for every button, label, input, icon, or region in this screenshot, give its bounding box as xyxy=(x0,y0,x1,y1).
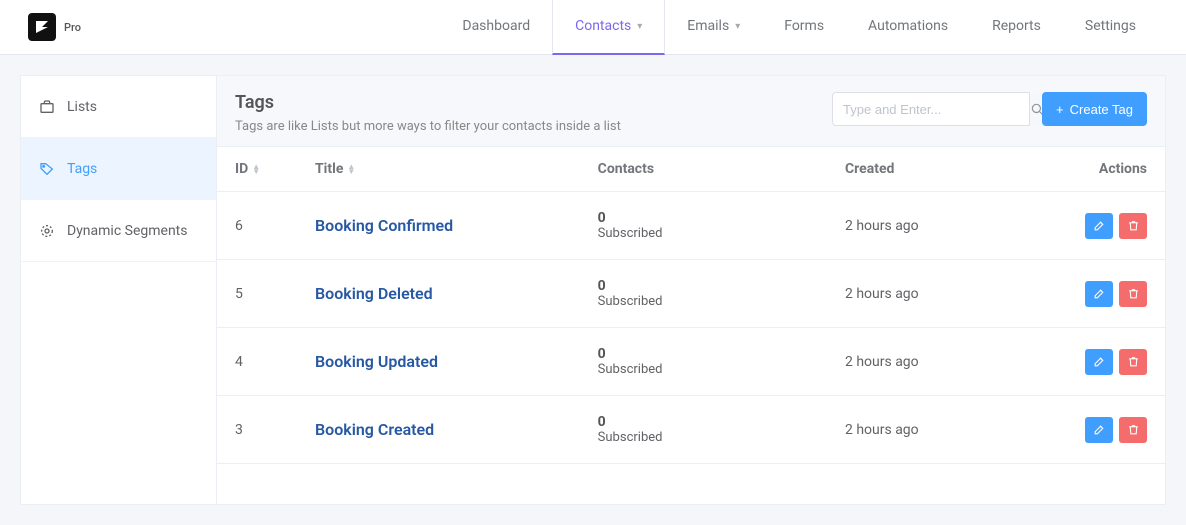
tag-icon xyxy=(39,161,55,177)
edit-icon xyxy=(1093,355,1106,368)
sidebar-item-lists[interactable]: Lists xyxy=(21,76,216,138)
nav-dashboard-label: Dashboard xyxy=(462,18,530,34)
nav-emails-label: Emails xyxy=(687,18,729,34)
panel: Lists Tags Dynamic Segments Tags Tags ar… xyxy=(20,75,1166,505)
create-tag-label: Create Tag xyxy=(1070,102,1133,117)
page-subtitle: Tags are like Lists but more ways to fil… xyxy=(235,119,832,134)
trash-icon xyxy=(1127,355,1140,368)
nav-emails[interactable]: Emails ▾ xyxy=(665,0,762,55)
tag-title-link[interactable]: Booking Confirmed xyxy=(315,216,453,235)
row-actions xyxy=(1057,349,1147,375)
content: Lists Tags Dynamic Segments Tags Tags ar… xyxy=(0,55,1186,525)
row-contacts: 0Subscribed xyxy=(598,414,845,445)
sidebar-item-segments[interactable]: Dynamic Segments xyxy=(21,200,216,262)
tag-title-link[interactable]: Booking Deleted xyxy=(315,284,433,303)
plus-icon: + xyxy=(1056,102,1064,117)
row-contacts: 0Subscribed xyxy=(598,346,845,377)
chevron-down-icon: ▾ xyxy=(735,21,740,32)
segments-icon xyxy=(39,223,55,239)
search-wrap xyxy=(832,92,1032,126)
col-created: Created xyxy=(845,161,1057,177)
edit-icon xyxy=(1093,423,1106,436)
delete-button[interactable] xyxy=(1119,417,1147,443)
row-actions xyxy=(1057,417,1147,443)
sort-icon: ▲▼ xyxy=(347,164,355,174)
search-input[interactable] xyxy=(833,93,1029,125)
chevron-down-icon: ▾ xyxy=(637,21,642,32)
delete-button[interactable] xyxy=(1119,281,1147,307)
table-row: 5Booking Deleted 0Subscribed2 hours ago xyxy=(217,260,1165,328)
edit-icon xyxy=(1093,219,1106,232)
topnav: Dashboard Contacts ▾ Emails ▾ Forms Auto… xyxy=(440,0,1158,55)
sidebar: Lists Tags Dynamic Segments xyxy=(21,76,217,504)
col-id-label: ID xyxy=(235,161,248,177)
sidebar-lists-label: Lists xyxy=(67,99,97,115)
table-body: 6Booking Confirmed0Subscribed2 hours ago… xyxy=(217,192,1165,464)
delete-button[interactable] xyxy=(1119,213,1147,239)
row-created: 2 hours ago xyxy=(845,218,1057,234)
row-contacts: 0Subscribed xyxy=(598,210,845,241)
row-id: 3 xyxy=(235,422,315,438)
nav-reports[interactable]: Reports xyxy=(970,0,1063,55)
edit-button[interactable] xyxy=(1085,417,1113,443)
row-id: 6 xyxy=(235,218,315,234)
page-title: Tags xyxy=(235,92,832,113)
row-id: 5 xyxy=(235,286,315,302)
row-created: 2 hours ago xyxy=(845,422,1057,438)
tag-title-link[interactable]: Booking Created xyxy=(315,420,434,439)
col-contacts-label: Contacts xyxy=(598,161,654,177)
trash-icon xyxy=(1127,423,1140,436)
pro-badge: Pro xyxy=(64,21,81,34)
edit-button[interactable] xyxy=(1085,281,1113,307)
trash-icon xyxy=(1127,287,1140,300)
sidebar-tags-label: Tags xyxy=(67,161,97,177)
tag-title-link[interactable]: Booking Updated xyxy=(315,352,438,371)
logo[interactable]: Pro xyxy=(28,13,81,41)
nav-contacts[interactable]: Contacts ▾ xyxy=(552,0,665,55)
nav-contacts-label: Contacts xyxy=(575,18,631,34)
table-row: 6Booking Confirmed 0Subscribed2 hours ago xyxy=(217,192,1165,260)
nav-forms[interactable]: Forms xyxy=(762,0,846,55)
row-actions xyxy=(1057,281,1147,307)
trash-icon xyxy=(1127,219,1140,232)
nav-settings[interactable]: Settings xyxy=(1063,0,1158,55)
topbar: Pro Dashboard Contacts ▾ Emails ▾ Forms … xyxy=(0,0,1186,55)
col-actions: Actions xyxy=(1057,161,1147,177)
row-created: 2 hours ago xyxy=(845,286,1057,302)
edit-icon xyxy=(1093,287,1106,300)
col-title-label: Title xyxy=(315,161,343,177)
col-actions-label: Actions xyxy=(1099,161,1147,177)
col-id[interactable]: ID ▲▼ xyxy=(235,161,315,177)
nav-reports-label: Reports xyxy=(992,18,1041,34)
edit-button[interactable] xyxy=(1085,349,1113,375)
col-title[interactable]: Title ▲▼ xyxy=(315,161,598,177)
sidebar-item-tags[interactable]: Tags xyxy=(21,138,216,200)
nav-automations[interactable]: Automations xyxy=(846,0,970,55)
nav-forms-label: Forms xyxy=(784,18,824,34)
row-contacts: 0Subscribed xyxy=(598,278,845,309)
main: Tags Tags are like Lists but more ways t… xyxy=(217,76,1165,504)
row-created: 2 hours ago xyxy=(845,354,1057,370)
nav-dashboard[interactable]: Dashboard xyxy=(440,0,552,55)
col-contacts: Contacts xyxy=(598,161,845,177)
create-tag-button[interactable]: + Create Tag xyxy=(1042,92,1147,126)
logo-icon xyxy=(33,18,51,36)
sidebar-segments-label: Dynamic Segments xyxy=(67,223,187,239)
edit-button[interactable] xyxy=(1085,213,1113,239)
briefcase-icon xyxy=(39,99,55,115)
delete-button[interactable] xyxy=(1119,349,1147,375)
table-row: 3Booking Created 0Subscribed2 hours ago xyxy=(217,396,1165,464)
page-header: Tags Tags are like Lists but more ways t… xyxy=(217,76,1165,147)
logo-mark xyxy=(28,13,56,41)
nav-settings-label: Settings xyxy=(1085,18,1136,34)
table-row: 4Booking Updated 0Subscribed2 hours ago xyxy=(217,328,1165,396)
table-header: ID ▲▼ Title ▲▼ Contacts Created Actions xyxy=(217,147,1165,192)
col-created-label: Created xyxy=(845,161,894,177)
row-id: 4 xyxy=(235,354,315,370)
nav-automations-label: Automations xyxy=(868,18,948,34)
row-actions xyxy=(1057,213,1147,239)
sort-icon: ▲▼ xyxy=(252,164,260,174)
